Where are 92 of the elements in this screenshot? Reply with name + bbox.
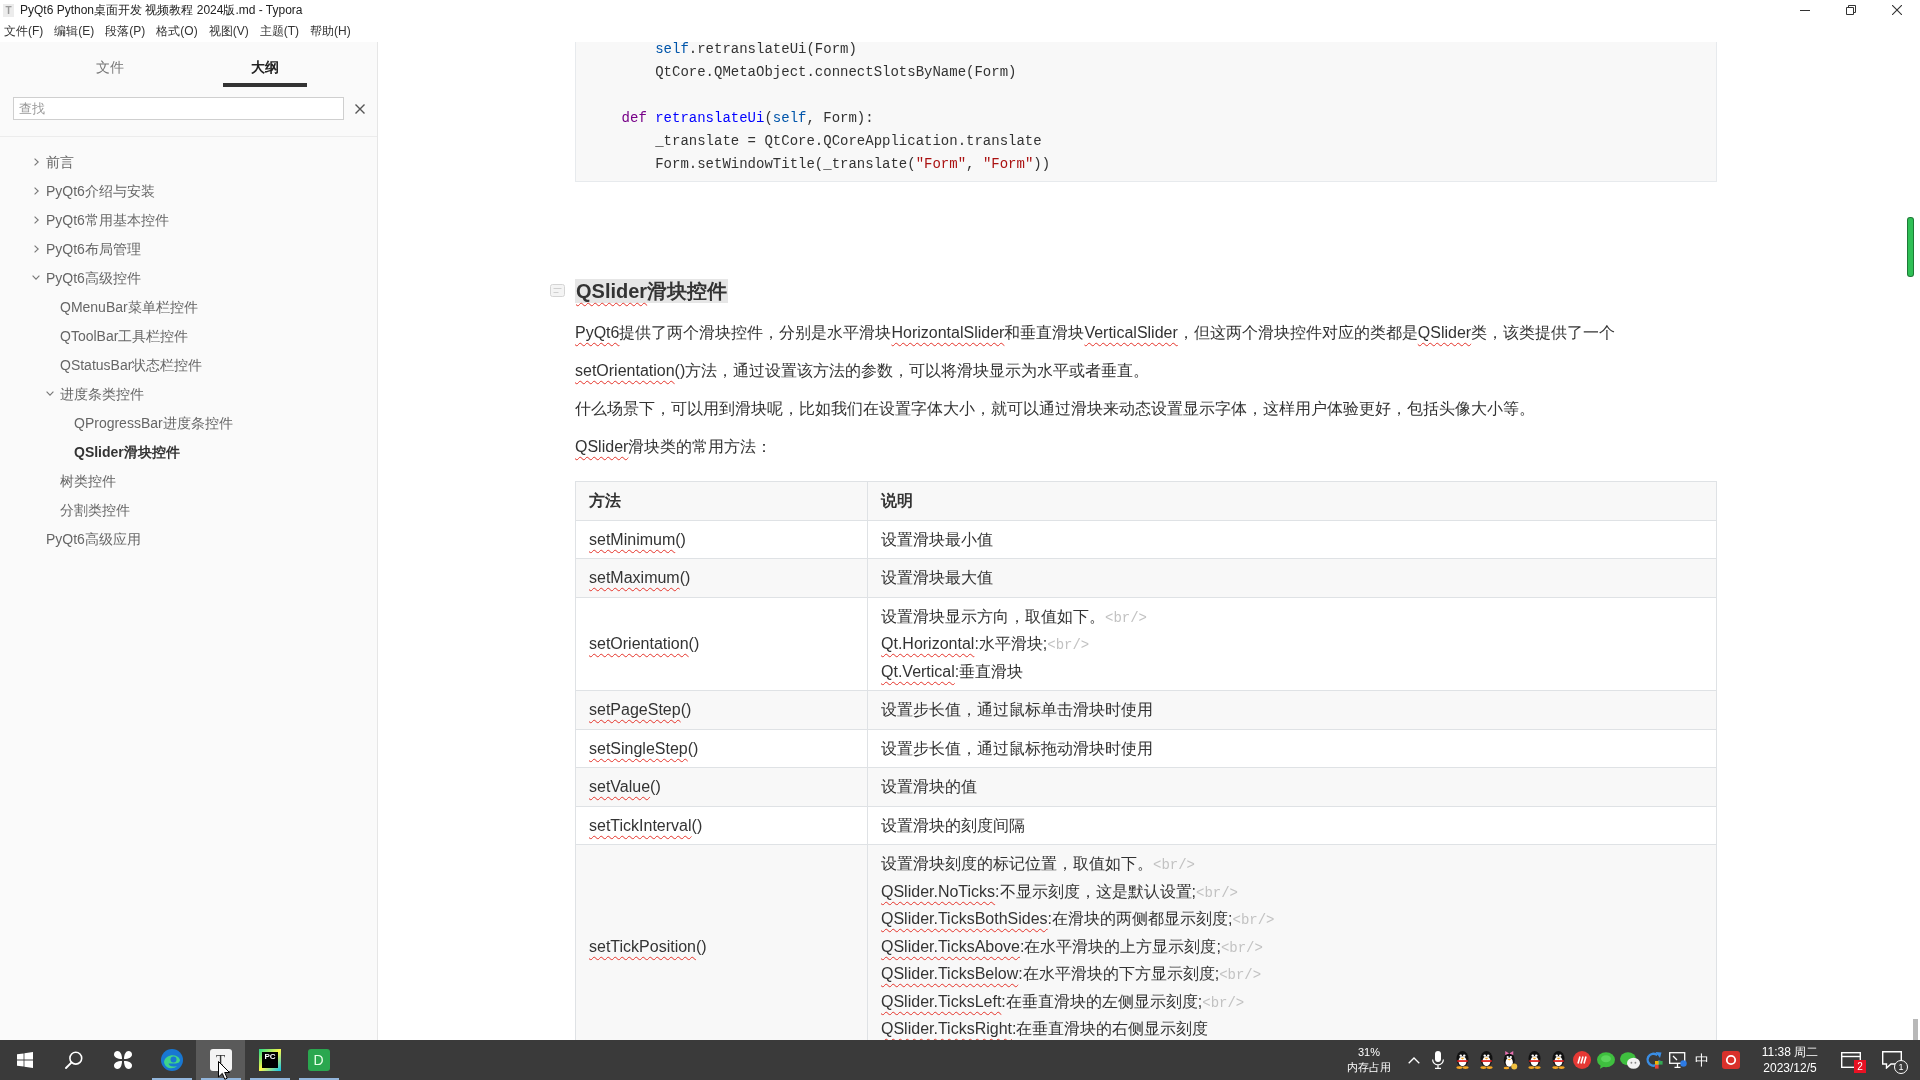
memory-percent: 31% bbox=[1358, 1045, 1380, 1060]
menu-item[interactable]: 视图(V) bbox=[208, 22, 249, 40]
table-cell: 设置滑块最大值 bbox=[867, 558, 1717, 597]
menu-item[interactable]: 段落(P) bbox=[105, 22, 146, 40]
chevron-icon[interactable] bbox=[46, 391, 54, 396]
code-line: Form.setWindowTitle(_translate("Form", "Form")) bbox=[655, 155, 1051, 174]
ring-arrow-icon[interactable] bbox=[1645, 1051, 1663, 1069]
code-line: QtCore.QMetaObject.connectSlotsByName(Form) bbox=[655, 63, 1017, 82]
input-method-indicator[interactable]: 中 bbox=[1695, 1051, 1709, 1069]
penguin-icon[interactable] bbox=[1455, 1051, 1469, 1069]
app-icon: T bbox=[3, 3, 14, 17]
penguin-icon[interactable] bbox=[1527, 1051, 1541, 1069]
column-header: 说明 bbox=[867, 481, 1717, 520]
menu-item[interactable]: 格式(O) bbox=[156, 22, 198, 40]
message-icon[interactable] bbox=[1841, 1052, 1861, 1068]
penguin-icon[interactable] bbox=[1479, 1051, 1493, 1069]
table-cell: setTickInterval() bbox=[575, 806, 868, 845]
table-cell: 设置步长值，通过鼠标拖动滑块时使用 bbox=[867, 729, 1717, 768]
table-cell: setValue() bbox=[575, 767, 868, 806]
section-heading: QSlider滑块控件 bbox=[575, 279, 729, 303]
outline-item[interactable]: PyQt6介绍与安装 bbox=[46, 180, 155, 201]
menu-item[interactable]: 主题(T) bbox=[259, 22, 299, 40]
close-icon[interactable] bbox=[355, 103, 365, 114]
outline-item[interactable]: QProgressBar进度条控件 bbox=[74, 412, 233, 433]
menu-item[interactable]: 编辑(E) bbox=[54, 22, 95, 40]
notification-badge: 2 bbox=[1854, 1060, 1866, 1073]
outline-item[interactable]: 进度条类控件 bbox=[60, 383, 144, 404]
outline-item[interactable]: QStatusBar状态栏控件 bbox=[60, 354, 203, 375]
chevron-icon[interactable] bbox=[33, 186, 39, 195]
outline-item[interactable]: 前言 bbox=[46, 151, 74, 172]
code-line: _translate = QtCore.QCoreApplication.translate bbox=[655, 132, 1042, 151]
letter-tile-icon: D bbox=[307, 1049, 330, 1071]
outline-item[interactable]: QToolBar工具栏控件 bbox=[60, 325, 189, 346]
clock-time[interactable]: 11:38 周二 bbox=[1761, 1044, 1819, 1060]
window-title: PyQt6 Python桌面开发 视频教程 2024版.md - Typora bbox=[20, 1, 303, 19]
outline-item[interactable]: QSlider滑块控件 bbox=[74, 441, 180, 462]
outline-item[interactable]: PyQt6高级控件 bbox=[46, 267, 141, 288]
table-cell: setMaximum() bbox=[575, 558, 868, 597]
paragraph: PyQt6提供了两个滑块控件，分别是水平滑块HorizontalSlider和垂直滑块VerticalSlider，但这两个滑块控件对应的类都是QSlider类，该类提供了一个 setOrientation()方法，通过设置该方法的参数，可以将滑块显示为水平或者垂直。 bbox=[575, 323, 1617, 381]
paragraph: QSlider滑块类的常用方法： bbox=[575, 437, 774, 457]
outline-item[interactable]: 树类控件 bbox=[60, 470, 116, 491]
outline-item[interactable]: 分割类控件 bbox=[60, 499, 130, 520]
monitor-icon[interactable] bbox=[1669, 1052, 1687, 1068]
table-cell: 设置滑块最小值 bbox=[867, 520, 1717, 559]
code-line: self.retranslateUi(Form) bbox=[655, 42, 857, 59]
chevron-icon[interactable] bbox=[32, 275, 40, 280]
menu-item[interactable]: 文件(F) bbox=[4, 22, 44, 40]
table-cell: 设置步长值，通过鼠标单击滑块时使用 bbox=[867, 690, 1717, 729]
pinwheel-icon bbox=[112, 1050, 133, 1070]
penguin-icon[interactable] bbox=[1502, 1050, 1518, 1070]
table-cell: setSingleStep() bbox=[575, 729, 868, 768]
chat-bubbles-icon[interactable] bbox=[1620, 1051, 1640, 1069]
table-cell: setTickPosition() bbox=[575, 844, 868, 1040]
windows-logo-icon bbox=[16, 1052, 33, 1068]
table-cell: 设置滑块的刻度间隔 bbox=[867, 806, 1717, 845]
count-badge: 1 bbox=[1894, 1060, 1908, 1074]
table-cell: 设置滑块显示方向，取值如下。<br/> Qt.Horizontal:水平滑块;<br/> Qt.Vertical:垂直滑块 bbox=[867, 597, 1717, 691]
table-cell: setMinimum() bbox=[575, 520, 868, 559]
sidebar-tab[interactable]: 文件 bbox=[32, 42, 187, 87]
search-icon bbox=[64, 1051, 83, 1069]
striped-circle-icon[interactable] bbox=[1573, 1051, 1591, 1069]
outline-item[interactable]: PyQt6高级应用 bbox=[46, 528, 141, 549]
caret-up-icon[interactable] bbox=[1408, 1056, 1420, 1064]
heading-marker-icon[interactable] bbox=[550, 284, 565, 297]
speech-bubble-icon[interactable] bbox=[1882, 1051, 1902, 1069]
microphone-icon[interactable] bbox=[1432, 1051, 1444, 1069]
outline-item[interactable]: QMenuBar菜单栏控件 bbox=[60, 296, 198, 317]
table-cell: setPageStep() bbox=[575, 690, 868, 729]
paragraph: 什么场景下，可以用到滑块呢，比如我们在设置字体大小，就可以通过滑块来动态设置显示字体，这样用户体验更好，包括头像大小等。 bbox=[575, 399, 1536, 419]
close-icon bbox=[1892, 5, 1902, 15]
outline-item[interactable]: PyQt6常用基本控件 bbox=[46, 209, 169, 230]
minimize-icon bbox=[1800, 9, 1810, 11]
scroll-position-marker bbox=[1908, 218, 1913, 276]
outline-item[interactable]: PyQt6布局管理 bbox=[46, 238, 141, 259]
chevron-icon[interactable] bbox=[33, 244, 39, 253]
chat-bubble-icon[interactable] bbox=[1597, 1051, 1615, 1069]
search-field[interactable]: 查找 bbox=[13, 97, 344, 120]
table-cell: 设置滑块的值 bbox=[867, 767, 1717, 806]
gradient-tile-icon: PC bbox=[258, 1049, 281, 1071]
chevron-icon[interactable] bbox=[33, 157, 39, 166]
memory-label: 内存占用 bbox=[1347, 1060, 1391, 1075]
clock-date[interactable]: 2023/12/5 bbox=[1763, 1060, 1817, 1076]
code-line: def retranslateUi(self, Form): bbox=[621, 109, 874, 128]
swirl-icon bbox=[160, 1049, 183, 1071]
tile-icon[interactable] bbox=[1722, 1051, 1740, 1069]
menu-item[interactable]: 帮助(H) bbox=[310, 22, 351, 40]
chevron-icon[interactable] bbox=[33, 215, 39, 224]
column-header: 方法 bbox=[575, 481, 868, 520]
scrollbar-thumb[interactable] bbox=[1913, 1019, 1918, 1040]
penguin-icon[interactable] bbox=[1551, 1051, 1565, 1069]
restore-icon bbox=[1846, 5, 1856, 15]
table-cell: setOrientation() bbox=[575, 597, 868, 691]
